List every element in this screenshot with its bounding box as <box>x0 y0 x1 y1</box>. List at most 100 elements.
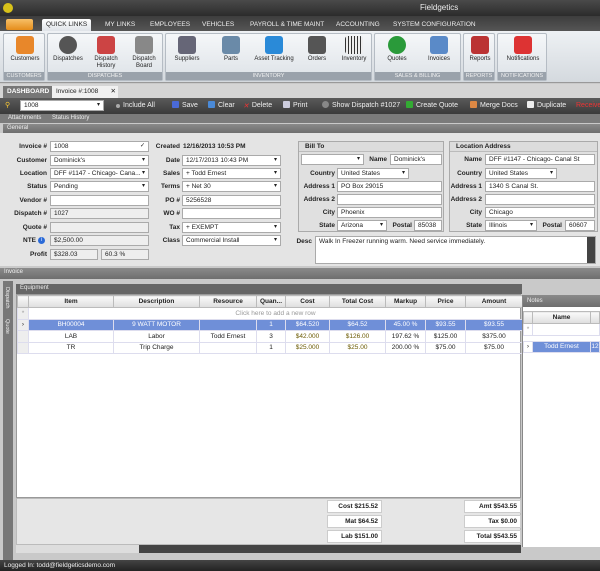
location-address1-field[interactable]: 1340 S Canal St. <box>485 181 595 192</box>
location-country-select[interactable]: United States ▾ <box>485 168 557 179</box>
cell-quantity[interactable]: 1 <box>256 318 286 331</box>
location-address2-field[interactable] <box>485 194 595 205</box>
receive-button[interactable]: Receive <box>576 101 600 111</box>
column-header-item[interactable]: Item <box>28 295 114 308</box>
bill-to-country-select[interactable]: United States ▾ <box>337 168 409 179</box>
row-selector[interactable] <box>17 330 29 343</box>
suppliers-button[interactable]: Suppliers <box>168 36 206 63</box>
date-picker[interactable]: 12/17/2013 10:43 PM ▾ <box>182 155 281 166</box>
invoice-search-input[interactable]: 1008 ▾ <box>20 100 104 111</box>
reports-button[interactable]: Reports <box>465 36 495 63</box>
customers-button[interactable]: Customers <box>6 36 44 63</box>
cell-amount[interactable]: $375.00 <box>465 330 523 343</box>
location-city-field[interactable]: Chicago <box>485 207 595 218</box>
notes-row[interactable]: › Todd Ernest 12 <box>523 340 600 353</box>
cell-cost[interactable]: $42.000 <box>285 330 330 343</box>
bill-to-postal-field[interactable]: 85038 <box>414 220 442 231</box>
cell-cost[interactable]: $64.520 <box>285 318 330 331</box>
quotes-button[interactable]: Quotes <box>377 36 417 63</box>
cell-item[interactable]: TR <box>28 341 114 354</box>
show-dispatch-button[interactable]: Show Dispatch #1027 <box>322 101 400 111</box>
scrollbar[interactable] <box>587 237 595 263</box>
cell-resource[interactable] <box>199 341 257 354</box>
row-selector[interactable] <box>17 341 29 354</box>
merge-docs-button[interactable]: Merge Docs <box>470 101 518 111</box>
cell-description[interactable]: Labor <box>113 330 200 343</box>
orders-button[interactable]: Orders <box>300 36 334 63</box>
cell-cost[interactable]: $25.000 <box>285 341 330 354</box>
invoice-number-field[interactable]: 1008 ✓ <box>50 141 149 152</box>
location-state-select[interactable]: Illinois ▾ <box>485 220 537 231</box>
status-select[interactable]: Pending ▾ <box>50 181 149 192</box>
cell-total-cost[interactable]: $126.00 <box>329 330 386 343</box>
inventory-button[interactable]: Inventory <box>336 36 372 63</box>
dispatches-button[interactable]: Dispatches <box>50 36 86 63</box>
asset-tracking-button[interactable]: Asset Tracking <box>254 36 294 63</box>
column-header-price[interactable]: Price <box>425 295 466 308</box>
dispatch-history-button[interactable]: Dispatch History <box>88 36 124 70</box>
create-quote-button[interactable]: Create Quote <box>406 101 458 111</box>
description-textarea[interactable]: Walk In Freezer running warm. Need servi… <box>315 236 596 264</box>
status-history-tab[interactable]: Status History <box>52 114 89 123</box>
cell-resource[interactable] <box>199 318 257 331</box>
bill-to-address1-field[interactable]: PO Box 29015 <box>337 181 442 192</box>
nte-field[interactable]: $2,500.00 <box>50 235 149 246</box>
clear-button[interactable]: Clear <box>208 101 235 111</box>
scrollbar-thumb[interactable] <box>139 545 521 553</box>
tab-vehicles[interactable]: VEHICLES <box>198 19 238 31</box>
delete-button[interactable]: ✕ Delete <box>243 101 272 111</box>
info-icon[interactable]: i <box>38 237 45 244</box>
print-button[interactable]: Print <box>283 101 307 111</box>
cell-total-cost[interactable]: $64.52 <box>329 318 386 331</box>
cell-amount[interactable]: $75.00 <box>465 341 523 354</box>
cell-description[interactable]: Trip Charge <box>113 341 200 354</box>
column-header-total-cost[interactable]: Total Cost <box>329 295 386 308</box>
tab-payroll[interactable]: PAYROLL & TIME MAINT <box>246 19 328 31</box>
cell-markup[interactable]: 197.62 % <box>385 330 426 343</box>
cell-price[interactable]: $75.00 <box>425 341 466 354</box>
quote-side-tab[interactable]: Quote <box>4 319 10 334</box>
tab-quick-links[interactable]: QUICK LINKS <box>42 19 92 31</box>
column-header-cost[interactable]: Cost <box>285 295 330 308</box>
cell-price[interactable]: $93.55 <box>425 318 466 331</box>
cell-description[interactable]: 9 WATT MOTOR <box>113 318 200 331</box>
new-row[interactable]: * Click here to add a new row <box>17 307 523 320</box>
tab-employees[interactable]: EMPLOYEES <box>146 19 194 31</box>
tab-invoice[interactable]: Invoice #:1008 ✕ <box>52 86 118 98</box>
tab-accounting[interactable]: ACCOUNTING <box>332 19 384 31</box>
po-field[interactable]: 5256528 <box>182 195 281 206</box>
customer-select[interactable]: Dominick's ▾ <box>50 155 149 166</box>
sales-select[interactable]: + Todd Ernest ▾ <box>182 168 281 179</box>
bill-to-address2-field[interactable] <box>337 194 442 205</box>
dispatch-board-button[interactable]: Dispatch Board <box>126 36 162 70</box>
column-header-markup[interactable]: Markup <box>385 295 426 308</box>
tab-dashboard[interactable]: DASHBOARD <box>3 86 54 98</box>
bill-to-name-field[interactable]: Dominick's <box>390 154 442 165</box>
row-pointer-icon[interactable]: › <box>17 318 29 331</box>
notes-column-name[interactable]: Name <box>532 311 591 324</box>
cell-quantity[interactable]: 3 <box>256 330 286 343</box>
column-header-amount[interactable]: Amount <box>465 295 523 308</box>
class-select[interactable]: Commercial Install ▾ <box>182 235 281 246</box>
table-row[interactable]: LAB Labor Todd Ernest 3 $42.000 $126.00 197.62… <box>17 330 523 343</box>
parts-button[interactable]: Parts <box>212 36 250 63</box>
app-menu-button[interactable] <box>6 19 33 30</box>
tax-select[interactable]: + EXEMPT ▾ <box>182 222 281 233</box>
include-all-toggle[interactable]: Include All <box>116 101 155 111</box>
tab-system-configuration[interactable]: SYSTEM CONFIGURATION <box>389 19 480 31</box>
save-button[interactable]: Save <box>172 101 198 111</box>
bill-to-city-field[interactable]: Phoenix <box>337 207 442 218</box>
column-header-quantity[interactable]: Quan... <box>256 295 286 308</box>
bill-to-select[interactable]: ▾ <box>301 154 364 165</box>
invoices-button[interactable]: Invoices <box>419 36 459 63</box>
location-name-field[interactable]: DFF #1147 - Chicago- Canal St <box>485 154 595 165</box>
wo-field[interactable] <box>182 208 281 219</box>
table-row[interactable]: TR Trip Charge 1 $25.000 $25.00 200.00 % $75.0… <box>17 341 523 354</box>
cell-resource[interactable]: Todd Ernest <box>199 330 257 343</box>
notes-new-row[interactable] <box>532 323 600 336</box>
duplicate-button[interactable]: Duplicate <box>527 101 566 111</box>
attachments-tab[interactable]: Attachments <box>8 114 41 123</box>
dispatch-side-tab[interactable]: Dispatch <box>4 287 10 308</box>
horizontal-scrollbar[interactable] <box>16 545 521 553</box>
vendor-field[interactable] <box>50 195 149 206</box>
